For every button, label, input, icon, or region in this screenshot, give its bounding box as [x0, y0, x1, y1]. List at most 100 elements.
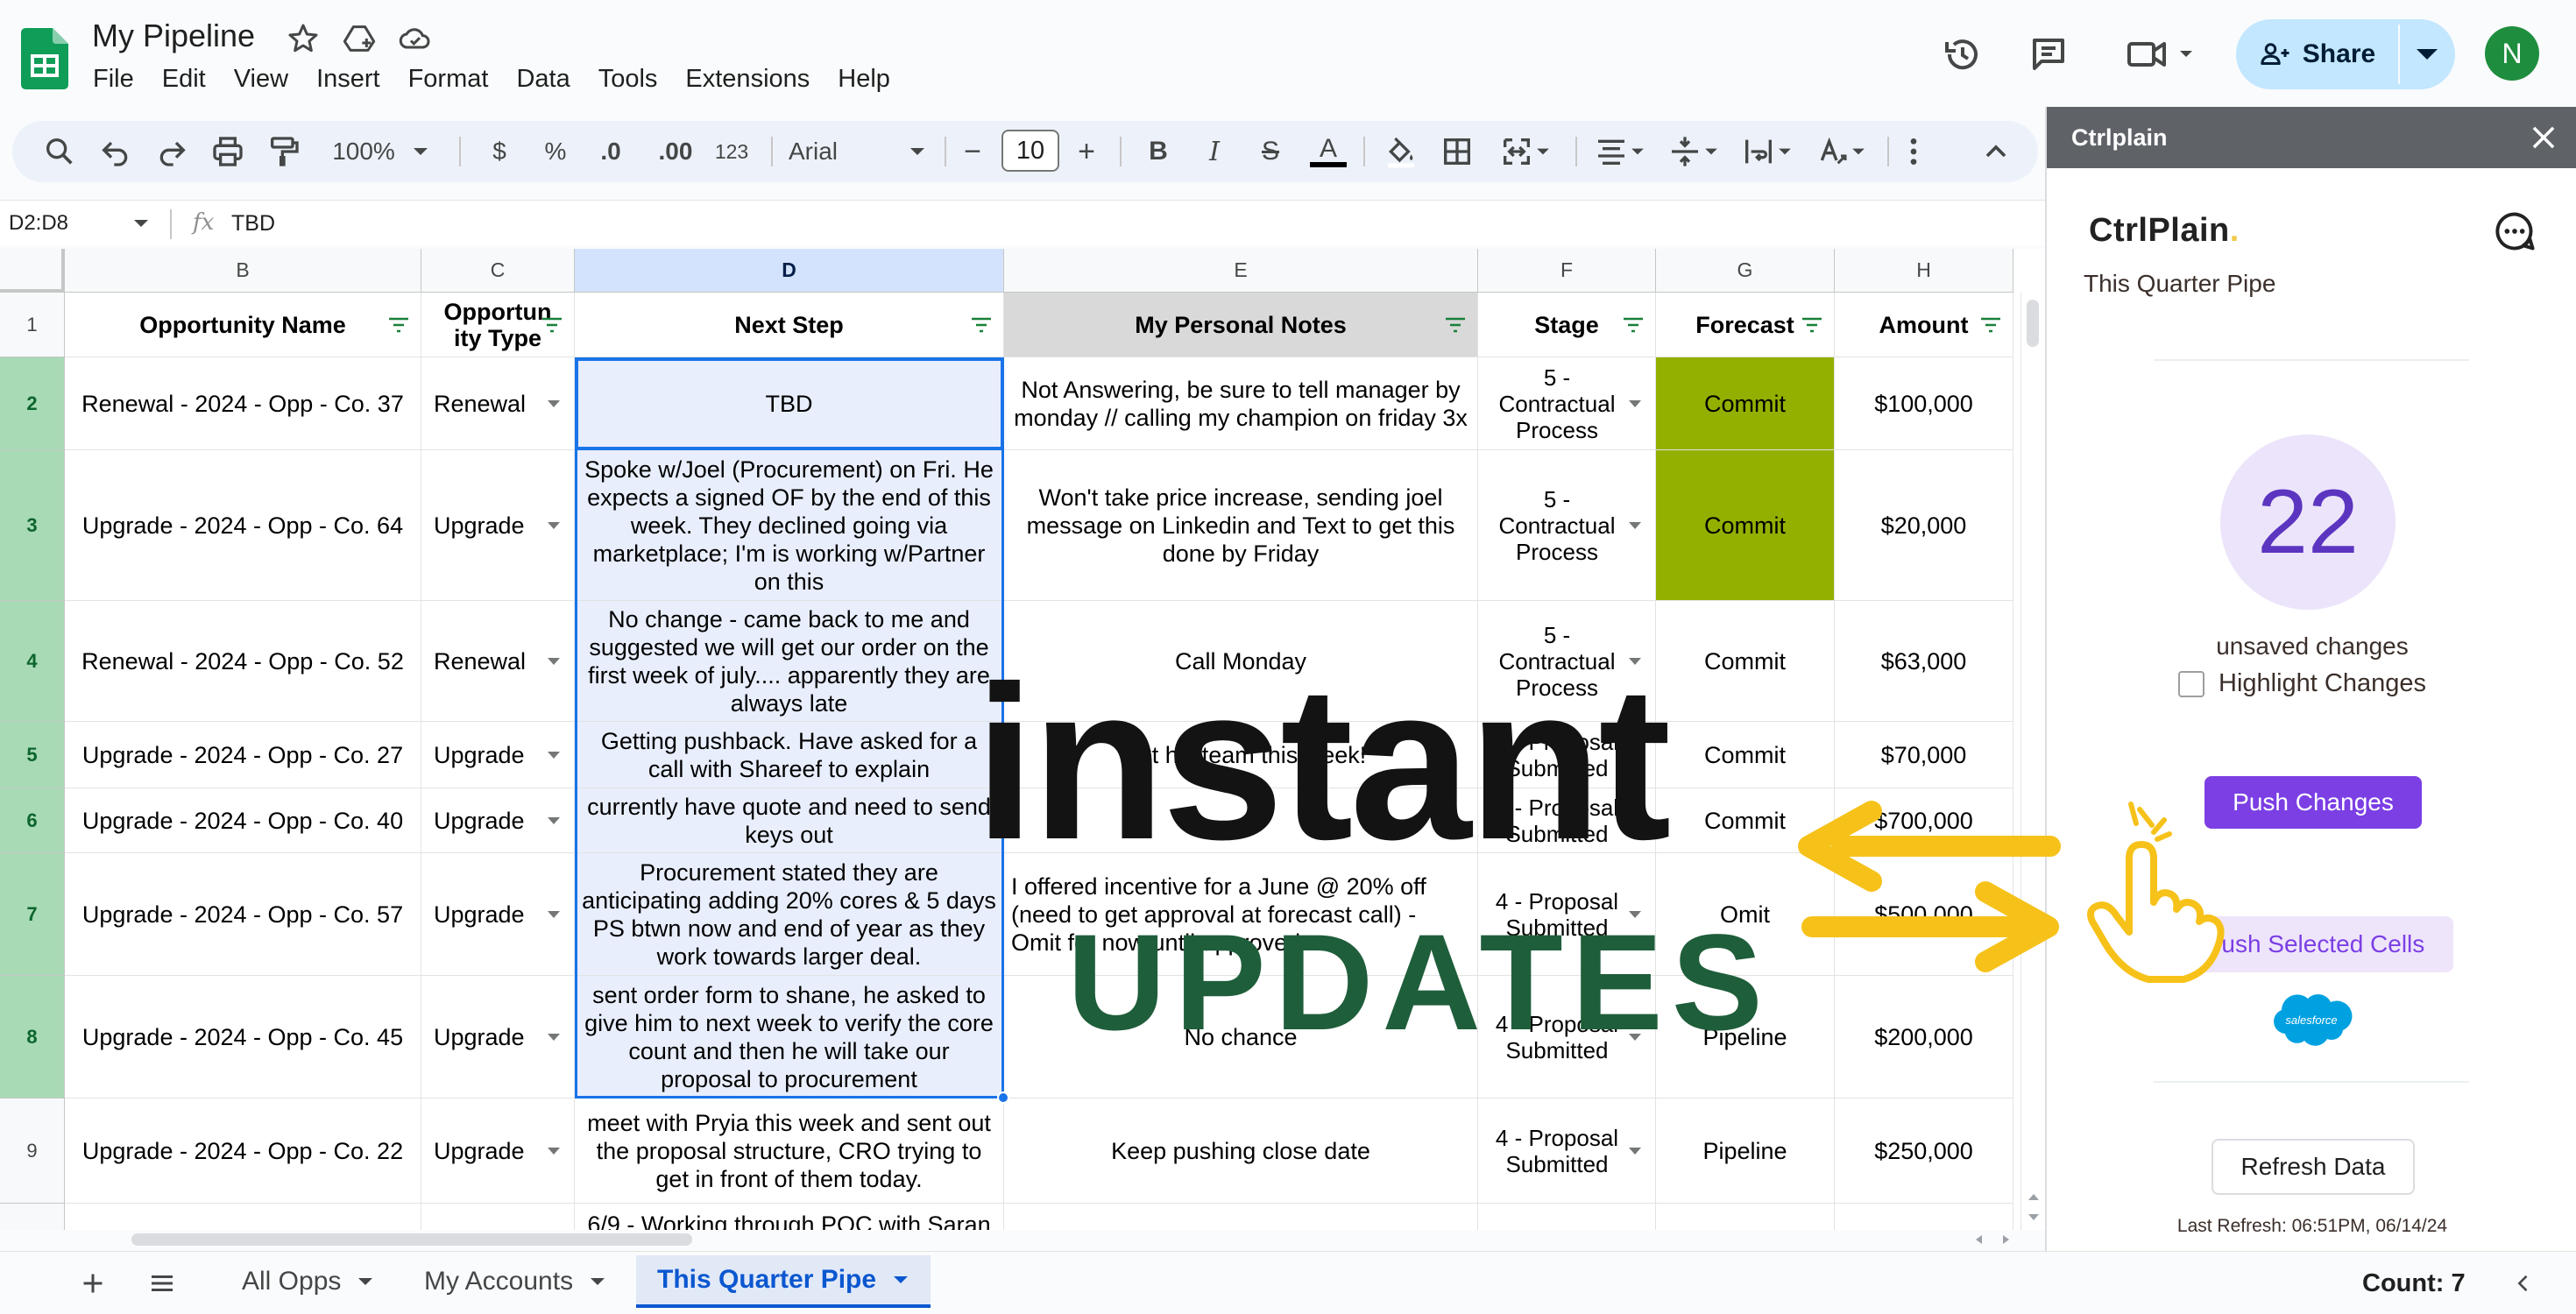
header-cell[interactable]: Opportun ity Type — [421, 293, 575, 357]
search-menus-button[interactable] — [40, 132, 79, 171]
cell-personal-notes[interactable]: Won't take price increase, sending joel … — [1004, 450, 1478, 601]
cell-next-step[interactable]: Procurement stated they are anticipating… — [575, 853, 1004, 976]
menu-file[interactable]: File — [93, 65, 134, 94]
refresh-data-button[interactable]: Refresh Data — [2212, 1139, 2415, 1195]
menu-view[interactable]: View — [234, 65, 288, 94]
chevron-down-icon[interactable] — [131, 216, 151, 230]
highlight-changes-checkbox[interactable] — [2178, 670, 2204, 697]
row-header[interactable]: 3 — [0, 450, 65, 601]
select-all-corner[interactable] — [0, 249, 65, 293]
cell-stage[interactable]: 5 - Contractual Process — [1478, 601, 1656, 722]
filter-icon[interactable] — [970, 316, 993, 334]
vertical-scrollbar[interactable] — [2020, 293, 2045, 1230]
undo-button[interactable] — [96, 132, 135, 171]
comments-icon[interactable] — [2028, 33, 2070, 75]
scroll-up-arrow-icon[interactable] — [2027, 1191, 2041, 1202]
header-cell[interactable]: Stage — [1478, 293, 1656, 357]
zoom-select[interactable]: 100% — [324, 132, 438, 171]
cell-personal-notes[interactable]: Not Answering, be sure to tell manager b… — [1004, 357, 1478, 450]
star-icon[interactable] — [286, 21, 321, 56]
cell-next-step[interactable]: Getting pushback. Have asked for a call … — [575, 722, 1004, 788]
cell-stage[interactable]: 5 - Contractual Process — [1478, 357, 1656, 450]
meet-video-icon[interactable] — [2124, 33, 2203, 75]
row-header[interactable]: 6 — [0, 788, 65, 853]
row-header[interactable]: 1 — [0, 293, 65, 357]
dropdown-chip-caret-icon[interactable] — [1627, 399, 1643, 409]
add-sheet-icon[interactable] — [77, 1268, 109, 1299]
sheets-logo-icon[interactable] — [21, 28, 68, 89]
cell-stage[interactable]: 5 - Contractual Process — [1478, 450, 1656, 601]
cell-forecast[interactable]: Commit — [1656, 788, 1835, 853]
push-selected-cells-button[interactable]: Push Selected Cells — [2176, 916, 2453, 972]
cell-opportunity-name[interactable] — [65, 1204, 421, 1230]
row-header[interactable]: 5 — [0, 722, 65, 788]
paint-format-button[interactable] — [265, 132, 303, 171]
column-header[interactable]: E — [1004, 249, 1478, 293]
dropdown-chip-caret-icon[interactable] — [1627, 520, 1643, 531]
print-button[interactable] — [209, 132, 247, 171]
column-header[interactable]: H — [1835, 249, 2013, 293]
strikethrough-button[interactable]: S — [1251, 132, 1290, 171]
text-color-button[interactable]: A — [1307, 132, 1349, 171]
cell-next-step[interactable]: TBD — [575, 357, 1004, 450]
dropdown-chip-caret-icon[interactable] — [546, 816, 562, 826]
increase-font-size-button[interactable]: + — [1069, 132, 1104, 171]
increase-decimal-button[interactable]: .00 — [645, 132, 706, 171]
cell-amount[interactable]: $200,000 — [1835, 976, 2013, 1099]
share-button[interactable]: Share — [2236, 19, 2455, 89]
chat-bubble-icon[interactable] — [2492, 208, 2537, 254]
column-header[interactable]: D — [575, 249, 1004, 293]
cell-forecast[interactable] — [1656, 1204, 1835, 1230]
cell-opportunity-name[interactable]: Upgrade - 2024 - Opp - Co. 64 — [65, 450, 421, 601]
cell-stage[interactable]: 4 - Proposal Submitted — [1478, 722, 1656, 788]
chevron-down-icon[interactable] — [589, 1276, 606, 1287]
close-icon[interactable] — [2527, 121, 2560, 154]
filter-icon[interactable] — [1444, 316, 1467, 334]
dropdown-chip-caret-icon[interactable] — [1627, 656, 1643, 667]
cell-stage[interactable]: 4 - Proposal Submitted — [1478, 976, 1656, 1099]
cell-personal-notes[interactable]: Text his team this week! — [1004, 722, 1478, 788]
cell-opportunity-name[interactable]: Renewal - 2024 - Opp - Co. 52 — [65, 601, 421, 722]
vertical-scroll-thumb[interactable] — [2027, 300, 2039, 347]
scroll-right-arrow-icon[interactable] — [1999, 1233, 2012, 1246]
cell-amount[interactable] — [1835, 1204, 2013, 1230]
text-wrapping-button[interactable] — [1735, 132, 1800, 171]
chevron-left-icon[interactable] — [2511, 1271, 2536, 1296]
row-header[interactable] — [0, 1204, 65, 1230]
cell-forecast[interactable]: Commit — [1656, 722, 1835, 788]
header-cell[interactable]: Next Step — [575, 293, 1004, 357]
cell-opportunity-type[interactable]: Upgrade — [421, 722, 575, 788]
header-cell[interactable]: Opportunity Name — [65, 293, 421, 357]
cell-opportunity-name[interactable]: Upgrade - 2024 - Opp - Co. 22 — [65, 1099, 421, 1204]
font-size-input[interactable]: 10 — [1001, 130, 1059, 172]
dropdown-chip-caret-icon[interactable] — [1627, 909, 1643, 920]
cell-stage[interactable]: 4 - Proposal Submitted — [1478, 788, 1656, 853]
filter-icon[interactable] — [1979, 316, 2002, 334]
decrease-decimal-button[interactable]: .0 — [587, 132, 634, 171]
cell-opportunity-type[interactable]: Upgrade — [421, 788, 575, 853]
dropdown-chip-caret-icon[interactable] — [1627, 1032, 1643, 1042]
header-cell[interactable]: My Personal Notes — [1004, 293, 1478, 357]
more-options-button[interactable] — [1894, 132, 1933, 171]
horizontal-align-button[interactable] — [1588, 132, 1652, 171]
cell-personal-notes[interactable]: Keep pushing close date — [1004, 1099, 1478, 1204]
vertical-align-button[interactable] — [1661, 132, 1726, 171]
cell-amount[interactable]: $70,000 — [1835, 722, 2013, 788]
italic-button[interactable]: I — [1195, 132, 1234, 171]
filter-icon[interactable] — [387, 316, 410, 334]
spreadsheet-grid[interactable]: BCDEFGH 123456789 Opportunity Name Opport… — [0, 249, 2045, 1230]
borders-button[interactable] — [1437, 132, 1477, 171]
menu-edit[interactable]: Edit — [162, 65, 206, 94]
scroll-down-arrow-icon[interactable] — [2027, 1212, 2041, 1223]
sheet-tab-my-accounts[interactable]: My Accounts — [403, 1255, 627, 1308]
cell-next-step[interactable]: No change - came back to me and suggeste… — [575, 601, 1004, 722]
filter-icon[interactable] — [541, 316, 563, 334]
cell-opportunity-name[interactable]: Upgrade - 2024 - Opp - Co. 57 — [65, 853, 421, 976]
row-header[interactable]: 4 — [0, 601, 65, 722]
cell-personal-notes[interactable] — [1004, 788, 1478, 853]
cell-amount[interactable]: $500,000 — [1835, 853, 2013, 976]
cell-opportunity-type[interactable] — [421, 1204, 575, 1230]
fill-handle[interactable] — [997, 1091, 1009, 1104]
cloud-saved-icon[interactable] — [398, 21, 433, 56]
user-avatar[interactable]: N — [2485, 26, 2539, 81]
